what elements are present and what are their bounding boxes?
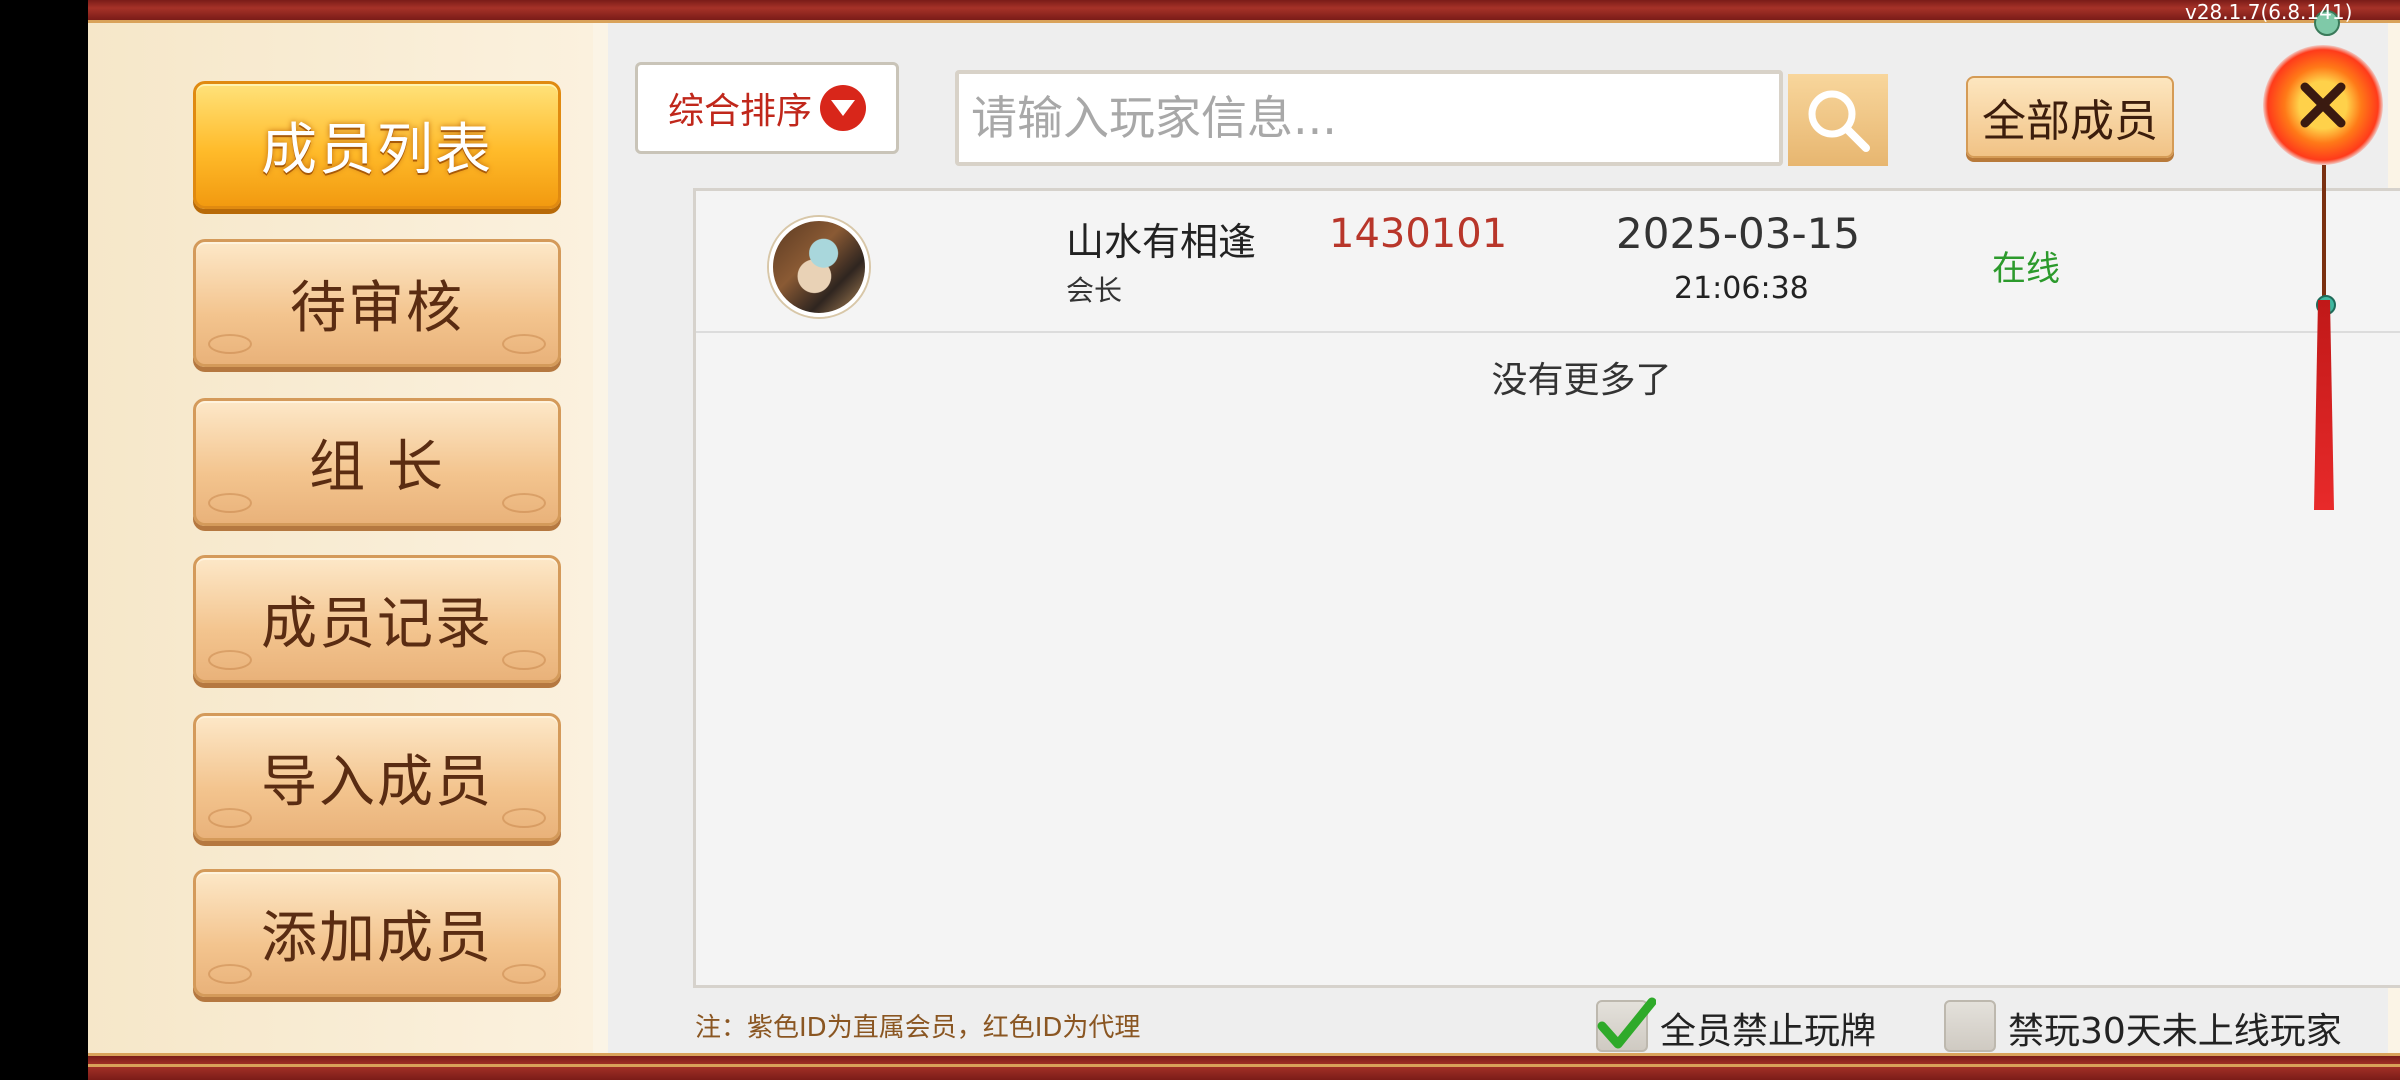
list-end-text: 没有更多了 bbox=[1491, 360, 1672, 401]
triangle-down-icon bbox=[820, 85, 866, 131]
sidebar-item-add-member[interactable]: 添加成员 bbox=[193, 869, 561, 997]
ban-inactive-label: 禁玩30天未上线玩家 bbox=[2008, 1011, 2342, 1052]
swirl-ornament bbox=[502, 808, 546, 828]
sidebar-item-member-list[interactable]: 成员列表 bbox=[193, 81, 561, 209]
member-list: 山水有相逢 会长 1430101 2025-03-15 21:06:38 在线 … bbox=[693, 188, 2400, 988]
avatar[interactable] bbox=[769, 217, 869, 317]
sort-dropdown[interactable]: 综合排序 bbox=[635, 62, 899, 154]
sidebar-item-label: 成员列表 bbox=[261, 117, 493, 183]
footer-note: 注：紫色ID为直属会员，红色ID为代理 bbox=[695, 1013, 1141, 1043]
version-label: v28.1.7(6.8.141) bbox=[2185, 0, 2353, 24]
swirl-ornament bbox=[502, 334, 546, 354]
sidebar-item-label: 导入成员 bbox=[261, 749, 493, 815]
member-join-time: 21:06:38 bbox=[1674, 271, 1809, 306]
ban-inactive-checkbox[interactable] bbox=[1944, 1000, 1996, 1052]
ban-all-play-checkbox[interactable] bbox=[1596, 997, 1656, 1052]
close-button[interactable] bbox=[2263, 45, 2383, 165]
swirl-ornament bbox=[502, 650, 546, 670]
search-input[interactable] bbox=[955, 70, 1783, 166]
swirl-ornament bbox=[502, 493, 546, 513]
swirl-ornament bbox=[208, 493, 252, 513]
close-icon bbox=[2300, 82, 2346, 128]
tassel-string bbox=[2322, 165, 2326, 305]
member-status: 在线 bbox=[1992, 249, 2060, 289]
member-name: 山水有相逢 bbox=[1066, 220, 1257, 264]
sidebar-item-member-records[interactable]: 成员记录 bbox=[193, 555, 561, 683]
sidebar-item-group-leader[interactable]: 组 长 bbox=[193, 398, 561, 526]
swirl-ornament bbox=[208, 334, 252, 354]
search-button[interactable] bbox=[1788, 74, 1888, 166]
sidebar-item-label: 添加成员 bbox=[261, 905, 493, 971]
member-filter-label: 全部成员 bbox=[1982, 96, 2158, 147]
swirl-ornament bbox=[208, 650, 252, 670]
sort-label: 综合排序 bbox=[667, 91, 812, 132]
sidebar-item-pending-review[interactable]: 待审核 bbox=[193, 239, 561, 367]
table-row[interactable]: 山水有相逢 会长 1430101 2025-03-15 21:06:38 在线 bbox=[696, 191, 2400, 333]
sidebar-item-label: 待审核 bbox=[290, 275, 464, 341]
member-filter-button[interactable]: 全部成员 bbox=[1966, 76, 2174, 158]
member-join-date: 2025-03-15 bbox=[1616, 209, 1861, 258]
bottom-border bbox=[88, 1053, 2400, 1080]
member-id: 1430101 bbox=[1329, 211, 1508, 257]
swirl-ornament bbox=[208, 964, 252, 984]
magnifier-icon bbox=[1808, 90, 1870, 152]
check-icon bbox=[1597, 997, 1656, 1049]
app-window: 成员列表 待审核 组 长 成员记录 导入成员 添加成员 综合排序 请输入玩家信息… bbox=[88, 0, 2400, 1080]
sidebar-item-import-members[interactable]: 导入成员 bbox=[193, 713, 561, 841]
sidebar-item-label: 组 长 bbox=[309, 434, 445, 500]
top-border bbox=[88, 0, 2400, 23]
swirl-ornament bbox=[208, 808, 252, 828]
swirl-ornament bbox=[502, 964, 546, 984]
ban-all-play-label: 全员禁止玩牌 bbox=[1660, 1011, 1877, 1052]
member-role: 会长 bbox=[1066, 274, 1123, 307]
sidebar: 成员列表 待审核 组 长 成员记录 导入成员 添加成员 bbox=[88, 23, 593, 1053]
sidebar-item-label: 成员记录 bbox=[261, 591, 493, 657]
